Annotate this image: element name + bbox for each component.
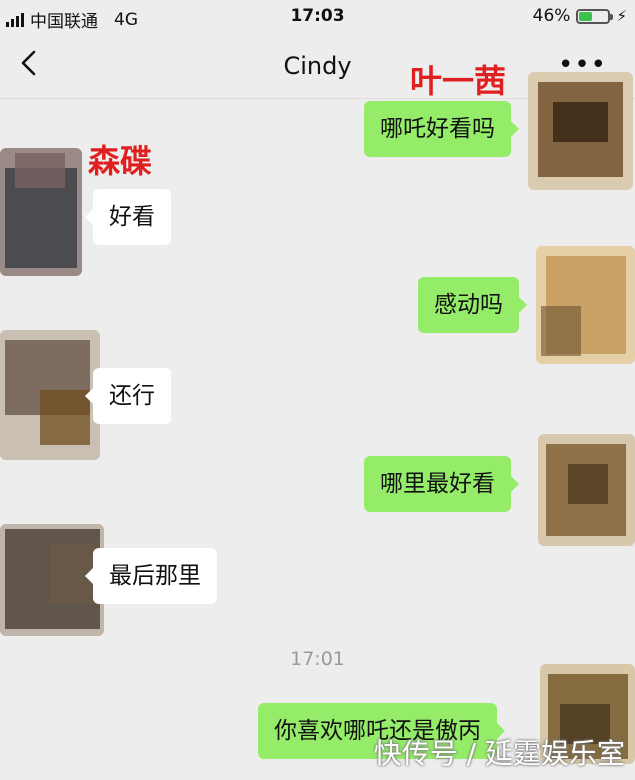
- message-bubble-outgoing[interactable]: 哪里最好看: [364, 456, 519, 512]
- message-bubble-outgoing[interactable]: 感动吗: [418, 277, 527, 333]
- battery-percent: 46%: [532, 6, 571, 26]
- battery-fill: [579, 11, 593, 21]
- avatar-right[interactable]: [528, 72, 633, 190]
- battery-icon: [576, 8, 614, 24]
- watermark: 快传号 / 延霆娱乐室: [373, 737, 625, 770]
- message-bubble-incoming[interactable]: 还行: [85, 368, 171, 424]
- chat-timestamp: 17:01: [290, 648, 345, 670]
- message-bubble-incoming[interactable]: 好看: [85, 189, 171, 245]
- message-bubble-incoming[interactable]: 最后那里: [85, 548, 217, 604]
- annotation-left-name: 森碟: [88, 142, 153, 180]
- status-right: 46% ⚡: [533, 6, 627, 26]
- avatar-left[interactable]: [0, 148, 82, 276]
- charging-icon: ⚡: [616, 7, 627, 25]
- avatar-right[interactable]: [536, 246, 635, 364]
- avatar-right[interactable]: [538, 434, 635, 546]
- message-bubble-outgoing[interactable]: 哪吒好看吗: [364, 101, 519, 157]
- status-bar: 中国联通 4G 17:03 46% ⚡: [0, 0, 635, 34]
- annotation-right-name: 叶一茜: [410, 62, 507, 100]
